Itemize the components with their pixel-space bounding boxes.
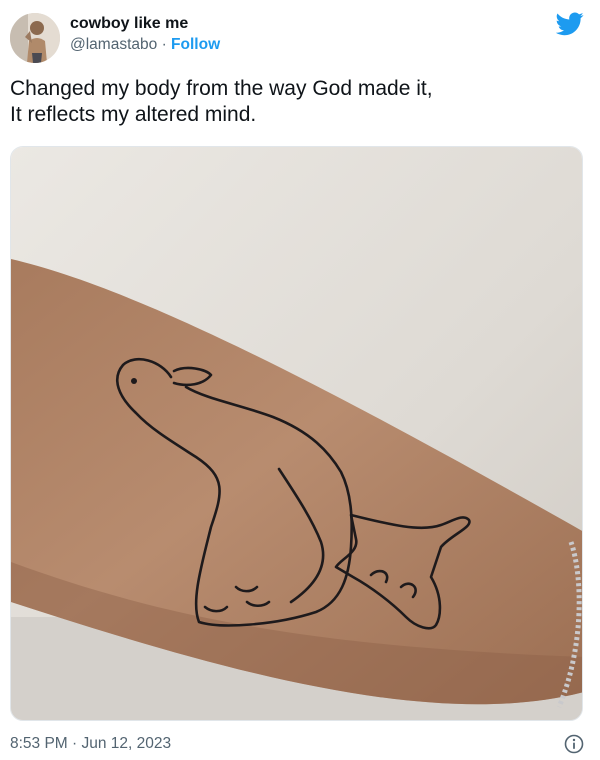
author-info: cowboy like me @lamastabo · Follow bbox=[70, 14, 220, 56]
author-subline: @lamastabo · Follow bbox=[70, 34, 220, 56]
tweet-text: Changed my body from the way God made it… bbox=[10, 77, 433, 126]
tweet-photo[interactable] bbox=[10, 146, 583, 721]
follow-button[interactable]: Follow bbox=[171, 36, 220, 53]
timestamp[interactable]: 8:53 PM · Jun 12, 2023 bbox=[10, 735, 171, 752]
twitter-bird-icon[interactable] bbox=[555, 12, 584, 36]
separator-dot: · bbox=[161, 36, 167, 53]
display-name[interactable]: cowboy like me bbox=[70, 14, 220, 34]
handle[interactable]: @lamastabo bbox=[70, 36, 157, 53]
avatar[interactable] bbox=[10, 13, 60, 63]
info-icon[interactable] bbox=[564, 734, 584, 754]
tweet-header: cowboy like me @lamastabo · Follow bbox=[8, 8, 592, 66]
tweet-footer: 8:53 PM · Jun 12, 2023 bbox=[10, 730, 590, 758]
